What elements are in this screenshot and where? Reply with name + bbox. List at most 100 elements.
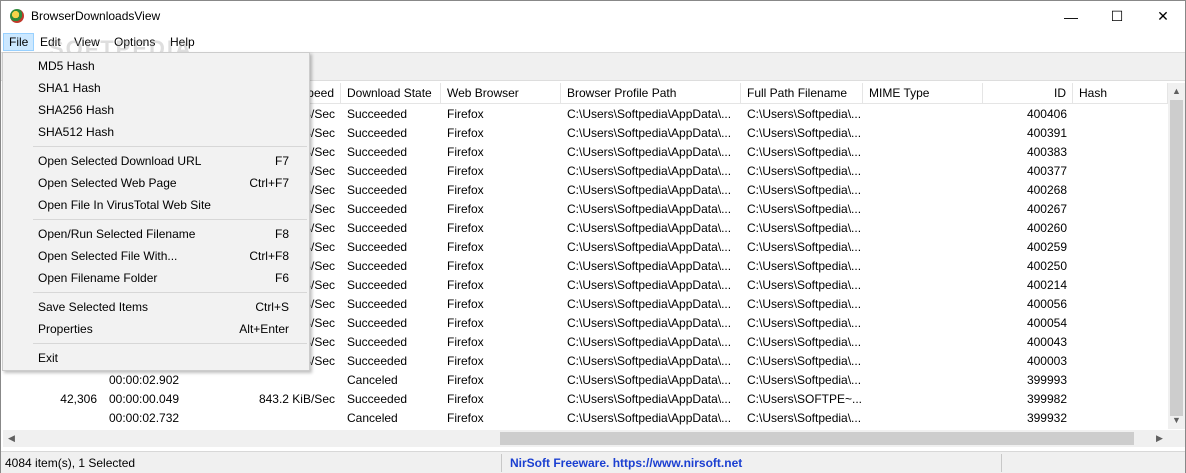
file-menu-item-open-selected-download-url[interactable]: Open Selected Download URL F7 (5, 150, 307, 172)
cell-hash (1073, 333, 1168, 352)
cell-path: C:\Users\Softpedia\... (747, 202, 862, 216)
horizontal-scrollbar[interactable]: ◀ ▶ (3, 430, 1168, 447)
cell-path: C:\Users\Softpedia\... (747, 411, 862, 425)
cell-profile: C:\Users\Softpedia\AppData\... (567, 335, 732, 349)
maximize-button[interactable]: ☐ (1094, 1, 1140, 32)
file-menu-item-open-file-in-virustotal-web-site[interactable]: Open File In VirusTotal Web Site (5, 194, 307, 216)
cell-hash (1073, 409, 1168, 428)
scrollbar-corner (1168, 430, 1185, 447)
cell-path: C:\Users\Softpedia\... (747, 126, 862, 140)
window-title: BrowserDownloadsView (31, 9, 161, 23)
cell-path: C:\Users\Softpedia\... (747, 373, 862, 387)
menu-item-label: SHA1 Hash (38, 81, 101, 95)
cell-state: Succeeded (347, 221, 408, 235)
menu-item-shortcut: F6 (274, 271, 289, 285)
cell-time: 00:00:02.902 (109, 373, 180, 387)
cell-id: 399993 (1026, 373, 1067, 387)
vertical-scroll-thumb[interactable] (1170, 100, 1183, 416)
status-divider (1001, 454, 1002, 472)
file-menu-item-sha1-hash[interactable]: SHA1 Hash (5, 77, 307, 99)
cell-id: 400214 (1026, 278, 1067, 292)
file-menu-item-open-selected-web-page[interactable]: Open Selected Web Page Ctrl+F7 (5, 172, 307, 194)
file-menu-item-md5-hash[interactable]: MD5 Hash (5, 55, 307, 77)
app-logo-icon (10, 9, 24, 23)
cell-state: Succeeded (347, 126, 408, 140)
file-menu-item-properties[interactable]: Properties Alt+Enter (5, 318, 307, 340)
cell-state: Succeeded (347, 202, 408, 216)
cell-mime (863, 295, 983, 314)
scroll-right-icon[interactable]: ▶ (1151, 430, 1168, 447)
cell-size (3, 409, 103, 428)
cell-browser: Firefox (447, 392, 484, 406)
menu-item-label: Open Selected File With... (38, 249, 178, 263)
scroll-down-icon[interactable]: ▼ (1168, 412, 1185, 429)
cell-hash (1073, 276, 1168, 295)
table-row[interactable]: 00:00:02.902 Canceled Firefox C:\Users\Soft… (3, 371, 1168, 390)
file-menu-item-open-run-selected-filename[interactable]: Open/Run Selected Filename F8 (5, 223, 307, 245)
file-menu-dropdown: MD5 Hash SHA1 Hash SHA256 Hash SHA512 Hash O… (2, 52, 310, 371)
cell-browser: Firefox (447, 164, 484, 178)
column-header-browser[interactable]: Web Browser (441, 83, 561, 104)
menu-item-label: Open File In VirusTotal Web Site (38, 198, 211, 212)
cell-id: 399932 (1026, 411, 1067, 425)
table-row[interactable]: 00:00:02.732 Canceled Firefox C:\Users\Soft… (3, 409, 1168, 428)
cell-path: C:\Users\Softpedia\... (747, 145, 862, 159)
cell-mime (863, 200, 983, 219)
cell-path: C:\Users\Softpedia\... (747, 259, 862, 273)
cell-id: 400056 (1026, 297, 1067, 311)
cell-browser: Firefox (447, 278, 484, 292)
cell-browser: Firefox (447, 240, 484, 254)
cell-mime (863, 276, 983, 295)
column-header-path[interactable]: Full Path Filename (741, 83, 863, 104)
cell-mime (863, 105, 983, 124)
file-menu-item-sha512-hash[interactable]: SHA512 Hash (5, 121, 307, 143)
scroll-up-icon[interactable]: ▲ (1168, 83, 1185, 100)
cell-browser: Firefox (447, 221, 484, 235)
file-menu-item-open-selected-file-with[interactable]: Open Selected File With... Ctrl+F8 (5, 245, 307, 267)
menu-separator (33, 219, 307, 220)
scroll-left-icon[interactable]: ◀ (3, 430, 20, 447)
cell-hash (1073, 295, 1168, 314)
column-header-mime[interactable]: MIME Type (863, 83, 983, 104)
cell-browser: Firefox (447, 202, 484, 216)
cell-state: Succeeded (347, 183, 408, 197)
cell-id: 400054 (1026, 316, 1067, 330)
cell-hash (1073, 162, 1168, 181)
cell-state: Succeeded (347, 297, 408, 311)
cell-browser: Firefox (447, 145, 484, 159)
close-button[interactable]: ✕ (1140, 1, 1186, 32)
menu-item-shortcut: F8 (274, 227, 289, 241)
column-header-profile[interactable]: Browser Profile Path (561, 83, 741, 104)
file-menu-item-open-filename-folder[interactable]: Open Filename Folder F6 (5, 267, 307, 289)
cell-hash (1073, 105, 1168, 124)
menu-file[interactable]: File (3, 33, 35, 51)
cell-browser: Firefox (447, 316, 484, 330)
menu-separator (33, 146, 307, 147)
vertical-scrollbar[interactable]: ▲ ▼ (1168, 83, 1185, 429)
cell-mime (863, 371, 983, 390)
cell-path: C:\Users\Softpedia\... (747, 354, 862, 368)
cell-mime (863, 352, 983, 371)
column-header-state[interactable]: Download State (341, 83, 441, 104)
horizontal-scroll-thumb[interactable] (500, 432, 1134, 445)
table-row[interactable]: 42,306 00:00:00.049 843.2 KiB/Sec Succeeded… (3, 390, 1168, 409)
cell-id: 400250 (1026, 259, 1067, 273)
cell-mime (863, 124, 983, 143)
cell-path: C:\Users\Softpedia\... (747, 316, 862, 330)
cell-hash (1073, 352, 1168, 371)
column-header-id[interactable]: ID (983, 83, 1073, 104)
minimize-button[interactable]: — (1048, 1, 1094, 32)
cell-profile: C:\Users\Softpedia\AppData\... (567, 145, 732, 159)
file-menu-item-save-selected-items[interactable]: Save Selected Items Ctrl+S (5, 296, 307, 318)
nirsoft-link[interactable]: NirSoft Freeware. https://www.nirsoft.ne… (510, 456, 742, 470)
cell-browser: Firefox (447, 107, 484, 121)
file-menu-item-sha256-hash[interactable]: SHA256 Hash (5, 99, 307, 121)
column-header-hash[interactable]: Hash (1073, 83, 1168, 104)
status-divider (501, 454, 502, 472)
file-menu-item-exit[interactable]: Exit (5, 347, 307, 369)
cell-speed (243, 371, 341, 390)
cell-profile: C:\Users\Softpedia\AppData\... (567, 316, 732, 330)
menu-item-shortcut: F7 (274, 154, 289, 168)
cell-state: Canceled (347, 411, 398, 425)
cell-hash (1073, 238, 1168, 257)
